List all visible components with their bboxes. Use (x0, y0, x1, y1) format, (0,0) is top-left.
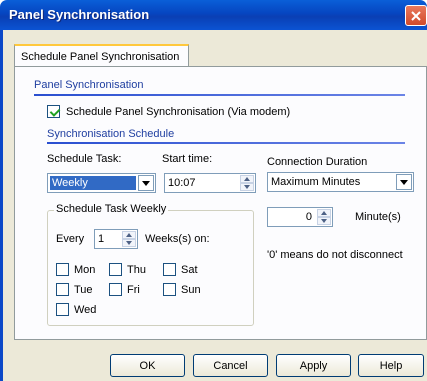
ok-button[interactable]: OK (110, 354, 185, 377)
chevron-down-icon (400, 179, 408, 185)
day-label: Sun (181, 283, 201, 296)
day-checkbox-fri[interactable]: Fri (109, 283, 140, 296)
checkbox[interactable] (109, 283, 122, 296)
section-title-panel-sync: Panel Synchronisation (34, 79, 144, 91)
help-label: Help (379, 359, 403, 372)
connection-duration-label: Connection Duration (267, 156, 368, 168)
section-title-schedule: Synchronisation Schedule (47, 128, 175, 140)
day-checkbox-mon[interactable]: Mon (56, 263, 95, 276)
section-rule (34, 94, 405, 96)
section-rule (47, 142, 405, 144)
spin-up-icon[interactable] (122, 231, 136, 239)
every-weeks-value: 1 (98, 233, 105, 245)
checkbox[interactable] (163, 283, 176, 296)
day-label: Sat (181, 263, 198, 276)
minutes-label: Minute(s) (355, 211, 401, 223)
help-button[interactable]: Help (358, 354, 424, 377)
day-label: Wed (74, 303, 97, 316)
spin-down-icon[interactable] (122, 239, 136, 247)
schedule-sync-checkbox-row[interactable]: Schedule Panel Synchronisation (Via mode… (47, 105, 290, 118)
apply-label: Apply (299, 359, 328, 372)
checkbox[interactable] (56, 283, 69, 296)
schedule-task-label: Schedule Task: (47, 153, 122, 165)
start-time-spinner[interactable] (240, 175, 254, 191)
spin-up-icon[interactable] (240, 175, 254, 183)
weeks-on-label: Weeks(s) on: (145, 233, 210, 245)
spin-up-icon[interactable] (317, 209, 331, 217)
checkbox[interactable] (56, 303, 69, 316)
spin-down-icon[interactable] (317, 217, 331, 225)
window-title: Panel Synchronisation (9, 7, 150, 22)
day-label: Tue (74, 283, 93, 296)
minutes-field[interactable]: 0 (267, 207, 333, 227)
every-weeks-field[interactable]: 1 (94, 229, 138, 249)
ok-label: OK (139, 359, 156, 372)
chevron-down-icon (142, 180, 150, 186)
start-time-label: Start time: (162, 153, 213, 165)
connection-duration-dropdown-button[interactable] (396, 174, 412, 190)
tab-label: Schedule Panel Synchronisation (21, 50, 180, 63)
disconnect-note: '0' means do not disconnect (267, 249, 403, 261)
day-label: Thu (127, 263, 146, 276)
cancel-button[interactable]: Cancel (193, 354, 268, 377)
apply-button[interactable]: Apply (276, 354, 351, 377)
schedule-sync-label: Schedule Panel Synchronisation (Via mode… (66, 105, 291, 118)
weekly-group-title: Schedule Task Weekly (54, 203, 169, 215)
connection-duration-value: Maximum Minutes (271, 176, 361, 188)
minutes-value: 0 (305, 211, 312, 223)
connection-duration-select[interactable]: Maximum Minutes (267, 172, 414, 192)
schedule-task-value: Weekly (50, 176, 136, 190)
cancel-label: Cancel (213, 359, 248, 372)
every-label: Every (56, 233, 85, 245)
day-label: Fri (127, 283, 140, 296)
tab-schedule-panel-sync[interactable]: Schedule Panel Synchronisation (14, 44, 189, 67)
every-weeks-spinner[interactable] (122, 231, 136, 247)
day-checkbox-tue[interactable]: Tue (56, 283, 93, 296)
start-time-value: 10:07 (168, 177, 196, 189)
schedule-sync-checkbox[interactable] (47, 105, 60, 118)
day-checkbox-sun[interactable]: Sun (163, 283, 201, 296)
checkbox[interactable] (109, 263, 122, 276)
spin-down-icon[interactable] (240, 183, 254, 191)
day-checkbox-sat[interactable]: Sat (163, 263, 198, 276)
close-button[interactable] (405, 5, 427, 26)
checkbox[interactable] (56, 263, 69, 276)
checkbox[interactable] (163, 263, 176, 276)
close-icon (411, 10, 421, 21)
day-checkbox-thu[interactable]: Thu (109, 263, 146, 276)
schedule-task-dropdown-button[interactable] (138, 175, 154, 191)
start-time-field[interactable]: 10:07 (164, 173, 256, 193)
minutes-spinner[interactable] (317, 209, 331, 225)
day-label: Mon (74, 263, 96, 276)
day-checkbox-wed[interactable]: Wed (56, 303, 96, 316)
schedule-task-select[interactable]: Weekly (47, 173, 156, 193)
